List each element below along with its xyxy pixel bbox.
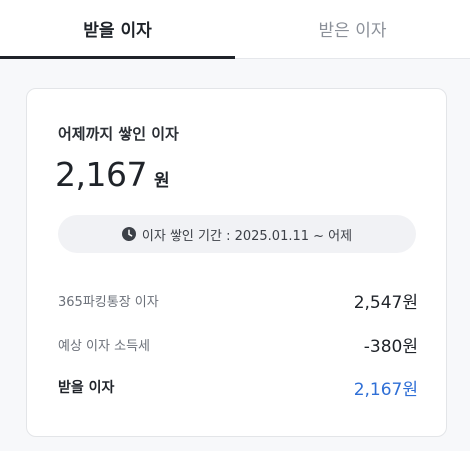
row-label: 예상 이자 소득세 (58, 338, 150, 354)
breakdown-row-total: 받을 이자 2,167원 (58, 376, 418, 400)
tab-bar: 받을 이자 받은 이자 (0, 0, 470, 59)
breakdown-row-income-tax: 예상 이자 소득세 -380원 (58, 333, 418, 357)
period-text: 이자 쌓인 기간 : 2025.01.11 ~ 어제 (141, 228, 353, 244)
breakdown-row-parking-interest: 365파킹통장 이자 2,547원 (58, 289, 418, 313)
row-value: 2,167원 (353, 379, 418, 400)
row-label: 365파킹통장 이자 (58, 294, 159, 310)
interest-summary-card: 어제까지 쌓인 이자 2,167 원 이자 쌓인 기간 : 2025.01.11… (26, 88, 447, 437)
tab-interest-received[interactable]: 받은 이자 (235, 0, 470, 58)
accrual-period-badge: 이자 쌓인 기간 : 2025.01.11 ~ 어제 (58, 215, 416, 253)
tab-interest-to-receive[interactable]: 받을 이자 (0, 0, 235, 59)
row-label: 받을 이자 (58, 380, 115, 396)
clock-icon (121, 227, 136, 241)
tab-label: 받을 이자 (83, 20, 152, 41)
amount-value: 2,167 (55, 155, 147, 194)
accrued-amount: 2,167 원 (55, 155, 170, 194)
tab-label: 받은 이자 (318, 20, 387, 41)
amount-unit: 원 (153, 171, 170, 191)
card-title: 어제까지 쌓인 이자 (58, 125, 179, 143)
row-value: 2,547원 (353, 292, 418, 313)
row-value: -380원 (363, 336, 418, 357)
